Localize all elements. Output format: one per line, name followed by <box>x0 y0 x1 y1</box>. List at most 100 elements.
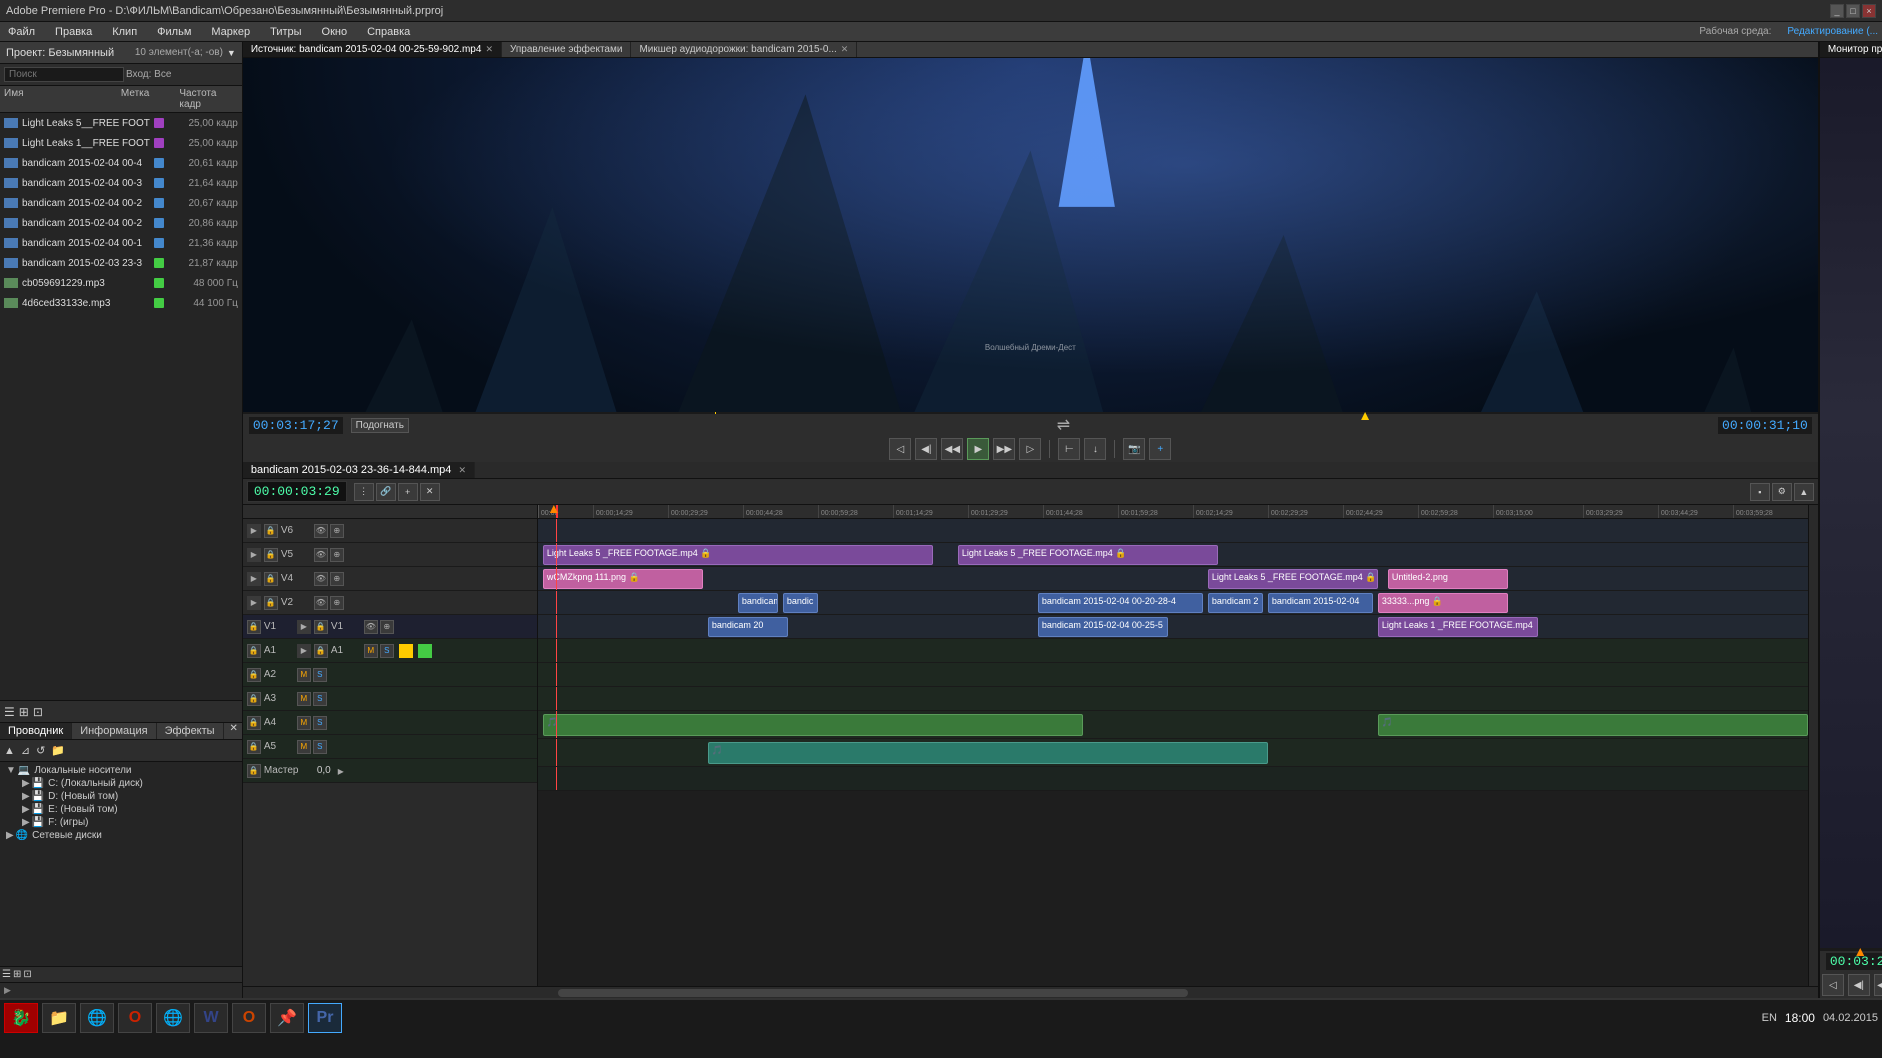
source-timecode-out[interactable]: 00:00:31;10 <box>1718 417 1812 434</box>
a1-mute[interactable]: M <box>364 644 378 658</box>
v6-eye[interactable]: 👁 <box>314 524 328 538</box>
track-v1-expand[interactable]: ▶ <box>297 620 311 634</box>
menu-file[interactable]: Файл <box>4 24 39 40</box>
master-arrow[interactable]: ▸ <box>338 764 344 778</box>
a3-mute[interactable]: M <box>297 692 311 706</box>
program-timecode[interactable]: 00:03:29 <box>1826 953 1882 970</box>
project-panel-minimize[interactable]: ▼ <box>227 48 236 58</box>
a1-solo[interactable]: S <box>380 644 394 658</box>
tab-timeline[interactable]: bandicam 2015-02-03 23-36-14-844.mp4 ✕ <box>243 462 475 478</box>
tab-explorer[interactable]: Проводник <box>0 723 72 739</box>
taskbar-app-app5[interactable]: W <box>194 1003 228 1033</box>
clip-a4-2[interactable]: 🎵 <box>1378 714 1808 736</box>
clip-v3-1[interactable]: bandicam <box>738 593 778 613</box>
clip-v4-2[interactable]: Light Leaks 5 _FREE FOOTAGE.mp4 🔒 <box>1208 569 1378 589</box>
v4-sync[interactable]: ⊕ <box>330 572 344 586</box>
clip-v4-1[interactable]: wCMZkpng 111.png 🔒 <box>543 569 703 589</box>
insert-button[interactable]: ⊢ <box>1058 438 1080 460</box>
explorer-folder-icon[interactable]: 📁 <box>49 742 67 759</box>
menu-window[interactable]: Окно <box>318 24 352 40</box>
v3-eye[interactable]: 👁 <box>314 596 328 610</box>
taskbar-app-pin[interactable]: 📌 <box>270 1003 304 1033</box>
tree-item-local-drives[interactable]: ▼ 💻 Локальные носители <box>2 764 240 777</box>
taskbar-app-opera2[interactable]: O <box>232 1003 266 1033</box>
zoom-out-button[interactable]: ▪ <box>1750 483 1770 501</box>
settings-button[interactable]: ⚙ <box>1772 483 1792 501</box>
tab-effects[interactable]: Эффекты <box>157 723 224 739</box>
clip-v3-6[interactable]: 33333...png 🔒 <box>1378 593 1508 613</box>
track-v4[interactable]: wCMZkpng 111.png 🔒 Light Leaks 5 _FREE F… <box>538 567 1808 591</box>
prog-step-back[interactable]: ◀| <box>1848 974 1870 996</box>
hscroll-thumb[interactable] <box>558 989 1188 997</box>
overwrite-button[interactable]: ↓ <box>1084 438 1106 460</box>
taskbar-app-ie[interactable]: 🌐 <box>80 1003 114 1033</box>
title-buttons[interactable]: _ □ × <box>1830 4 1876 18</box>
clip-a4-1[interactable]: 🎵 <box>543 714 1083 736</box>
tab-audio-mixer[interactable]: Микшер аудиодорожки: bandicam 2015-0... … <box>631 42 857 57</box>
explorer-refresh-icon[interactable]: ↺ <box>34 742 47 759</box>
prog-shuttle-back[interactable]: ◀◀ <box>1874 974 1882 996</box>
menu-titles[interactable]: Титры <box>266 24 305 40</box>
program-scrubber[interactable] <box>1820 948 1882 951</box>
tree-item-f-drive[interactable]: ▶ 💾 F: (игры) <box>2 816 240 829</box>
source-scrubber[interactable] <box>243 412 1818 414</box>
auto-icon[interactable]: ⊡ <box>33 705 43 719</box>
list-item[interactable]: bandicam 2015-02-04 00-2 20,67 кадр <box>0 193 242 213</box>
track-a5[interactable]: 🎵 <box>538 739 1808 767</box>
taskbar-app-explorer[interactable]: 📁 <box>42 1003 76 1033</box>
export-frame-button[interactable]: 📷 <box>1123 438 1145 460</box>
menu-help[interactable]: Справка <box>363 24 414 40</box>
clip-v3-4[interactable]: bandicam 2 <box>1208 593 1263 613</box>
track-v3-expand[interactable]: ▶ <box>247 596 261 610</box>
track-v6-expand[interactable]: ▶ <box>247 524 261 538</box>
menu-edit[interactable]: Правка <box>51 24 96 40</box>
taskbar-app-opera1[interactable]: O <box>118 1003 152 1033</box>
mark-in-button[interactable]: ◁ <box>889 438 911 460</box>
list-item[interactable]: Light Leaks 1__FREE FOOT 25,00 кадр <box>0 133 242 153</box>
a1-lock[interactable]: 🔒 <box>314 644 328 658</box>
menu-film[interactable]: Фильм <box>153 24 195 40</box>
timeline-timecode[interactable]: 00:00:03:29 <box>247 481 347 502</box>
list-item[interactable]: bandicam 2015-02-03 23-3 21,87 кадр <box>0 253 242 273</box>
source-link-icon[interactable]: ⇌ <box>1057 415 1070 435</box>
track-v1[interactable]: bandicam 20 bandicam 2015-02-04 00-25-5 … <box>538 615 1808 639</box>
track-v3[interactable]: bandicam bandic bandicam 2015-02-04 00-2… <box>538 591 1808 615</box>
menu-clip[interactable]: Клип <box>108 24 141 40</box>
add-marker-button[interactable]: + <box>1149 438 1171 460</box>
track-a3[interactable] <box>538 687 1808 711</box>
link-button[interactable]: 🔗 <box>376 483 396 501</box>
minimize-button[interactable]: _ <box>1830 4 1844 18</box>
tab-source[interactable]: Источник: bandicam 2015-02-04 00-25-59-9… <box>243 42 502 57</box>
source-timecode-in[interactable]: 00:03:17;27 <box>249 417 343 434</box>
v1-sync[interactable]: ⊕ <box>380 620 394 634</box>
clip-v3-3[interactable]: bandicam 2015-02-04 00-20-28-4 <box>1038 593 1203 613</box>
list-item[interactable]: cb059691229.mp3 48 000 Гц <box>0 273 242 293</box>
source-fit-button[interactable]: Подогнать <box>351 418 409 433</box>
tab-program[interactable]: Монитор программы: bandicam 2015-02-03 2… <box>1820 42 1882 57</box>
list-item[interactable]: 4d6ced33133e.mp3 44 100 Гц <box>0 293 242 313</box>
a3-outer-btn[interactable]: 🔒 <box>247 692 261 706</box>
v1-eye[interactable]: 👁 <box>364 620 378 634</box>
track-master[interactable] <box>538 767 1808 791</box>
clip-v4-3[interactable]: Untitled-2.png <box>1388 569 1508 589</box>
list-item[interactable]: bandicam 2015-02-04 00-3 21,64 кадр <box>0 173 242 193</box>
v5-eye[interactable]: 👁 <box>314 548 328 562</box>
clip-v1-3[interactable]: Light Leaks 1 _FREE FOOTAGE.mp4 🔒 <box>1378 617 1538 637</box>
audio-mixer-tab-close[interactable]: ✕ <box>841 44 849 55</box>
track-v1-outer-btn[interactable]: 🔒 <box>247 620 261 634</box>
list-item[interactable]: bandicam 2015-02-04 00-2 20,86 кадр <box>0 213 242 233</box>
tree-item-network[interactable]: ▶ 🌐 Сетевые диски <box>2 829 240 842</box>
mark-out-button[interactable]: ▷ <box>1019 438 1041 460</box>
track-v6-lock[interactable]: 🔒 <box>264 524 278 538</box>
tab-info[interactable]: Информация <box>72 723 156 739</box>
track-v1-lock[interactable]: 🔒 <box>314 620 328 634</box>
a4-outer-btn[interactable]: 🔒 <box>247 716 261 730</box>
v3-sync[interactable]: ⊕ <box>330 596 344 610</box>
track-v5-expand[interactable]: ▶ <box>247 548 261 562</box>
source-tab-close[interactable]: ✕ <box>485 44 493 55</box>
tree-item-d-drive[interactable]: ▶ 💾 D: (Новый том) <box>2 790 240 803</box>
a4-mute[interactable]: M <box>297 716 311 730</box>
minimize-panel-button[interactable]: ▲ <box>1794 483 1814 501</box>
taskbar-app-asus[interactable]: 🐉 <box>4 1003 38 1033</box>
tree-item-e-drive[interactable]: ▶ 💾 E: (Новый том) <box>2 803 240 816</box>
